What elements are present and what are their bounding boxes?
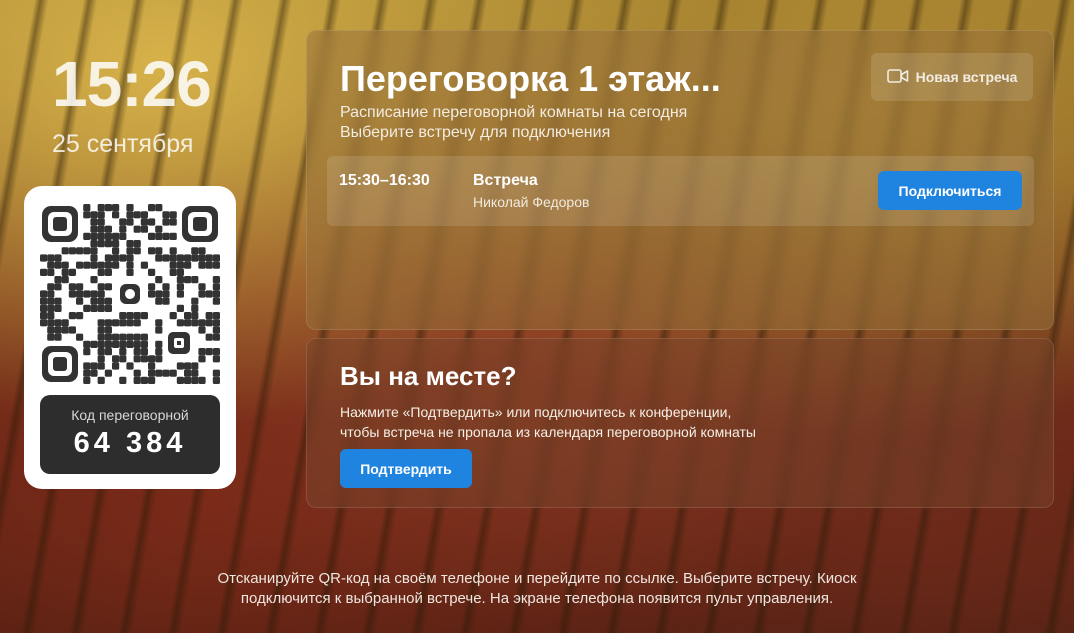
room-title: Переговорка 1 этаж... xyxy=(340,58,721,99)
room-code-label: Код переговорной xyxy=(71,407,189,423)
presence-title: Вы на месте? xyxy=(340,361,517,391)
clock-date: 25 сентября xyxy=(52,130,194,158)
presence-text-line1: Нажмите «Подтвердить» или подключитесь к… xyxy=(340,404,732,420)
qr-card: Код переговорной 64 384 xyxy=(24,186,236,489)
clock-time: 15:26 xyxy=(52,48,212,120)
connect-button[interactable]: Подключиться xyxy=(878,171,1022,210)
new-meeting-label: Новая встреча xyxy=(915,69,1018,85)
new-meeting-button[interactable]: Новая встреча xyxy=(871,53,1033,101)
presence-text-line2: чтобы встреча не пропала из календаря пе… xyxy=(340,424,756,440)
room-subtitle: Расписание переговорной комнаты на сегод… xyxy=(340,103,687,143)
room-subtitle-line2: Выберите встречу для подключения xyxy=(340,124,611,141)
footer-instructions: Отсканируйте QR-код на своём телефоне и … xyxy=(0,569,1074,609)
meeting-row[interactable]: 15:30–16:30 Встреча Николай Федоров Подк… xyxy=(327,156,1034,226)
presence-panel: Вы на месте? Нажмите «Подтвердить» или п… xyxy=(306,338,1054,508)
room-subtitle-line1: Расписание переговорной комнаты на сегод… xyxy=(340,104,688,121)
room-code-box: Код переговорной 64 384 xyxy=(40,395,220,474)
presence-text: Нажмите «Подтвердить» или подключитесь к… xyxy=(340,402,756,442)
room-schedule-panel: Переговорка 1 этаж... Расписание перегов… xyxy=(306,30,1054,330)
meeting-time: 15:30–16:30 xyxy=(339,172,430,189)
meeting-title: Встреча xyxy=(473,172,538,189)
footer-line1: Отсканируйте QR-код на своём телефоне и … xyxy=(217,570,857,587)
confirm-button[interactable]: Подтвердить xyxy=(340,449,472,488)
meeting-owner: Николай Федоров xyxy=(473,194,590,210)
qr-code[interactable] xyxy=(40,204,220,384)
footer-line2: подключится к выбранной встрече. На экра… xyxy=(240,590,834,607)
video-camera-icon xyxy=(886,68,909,87)
room-code-value: 64 384 xyxy=(73,427,187,459)
